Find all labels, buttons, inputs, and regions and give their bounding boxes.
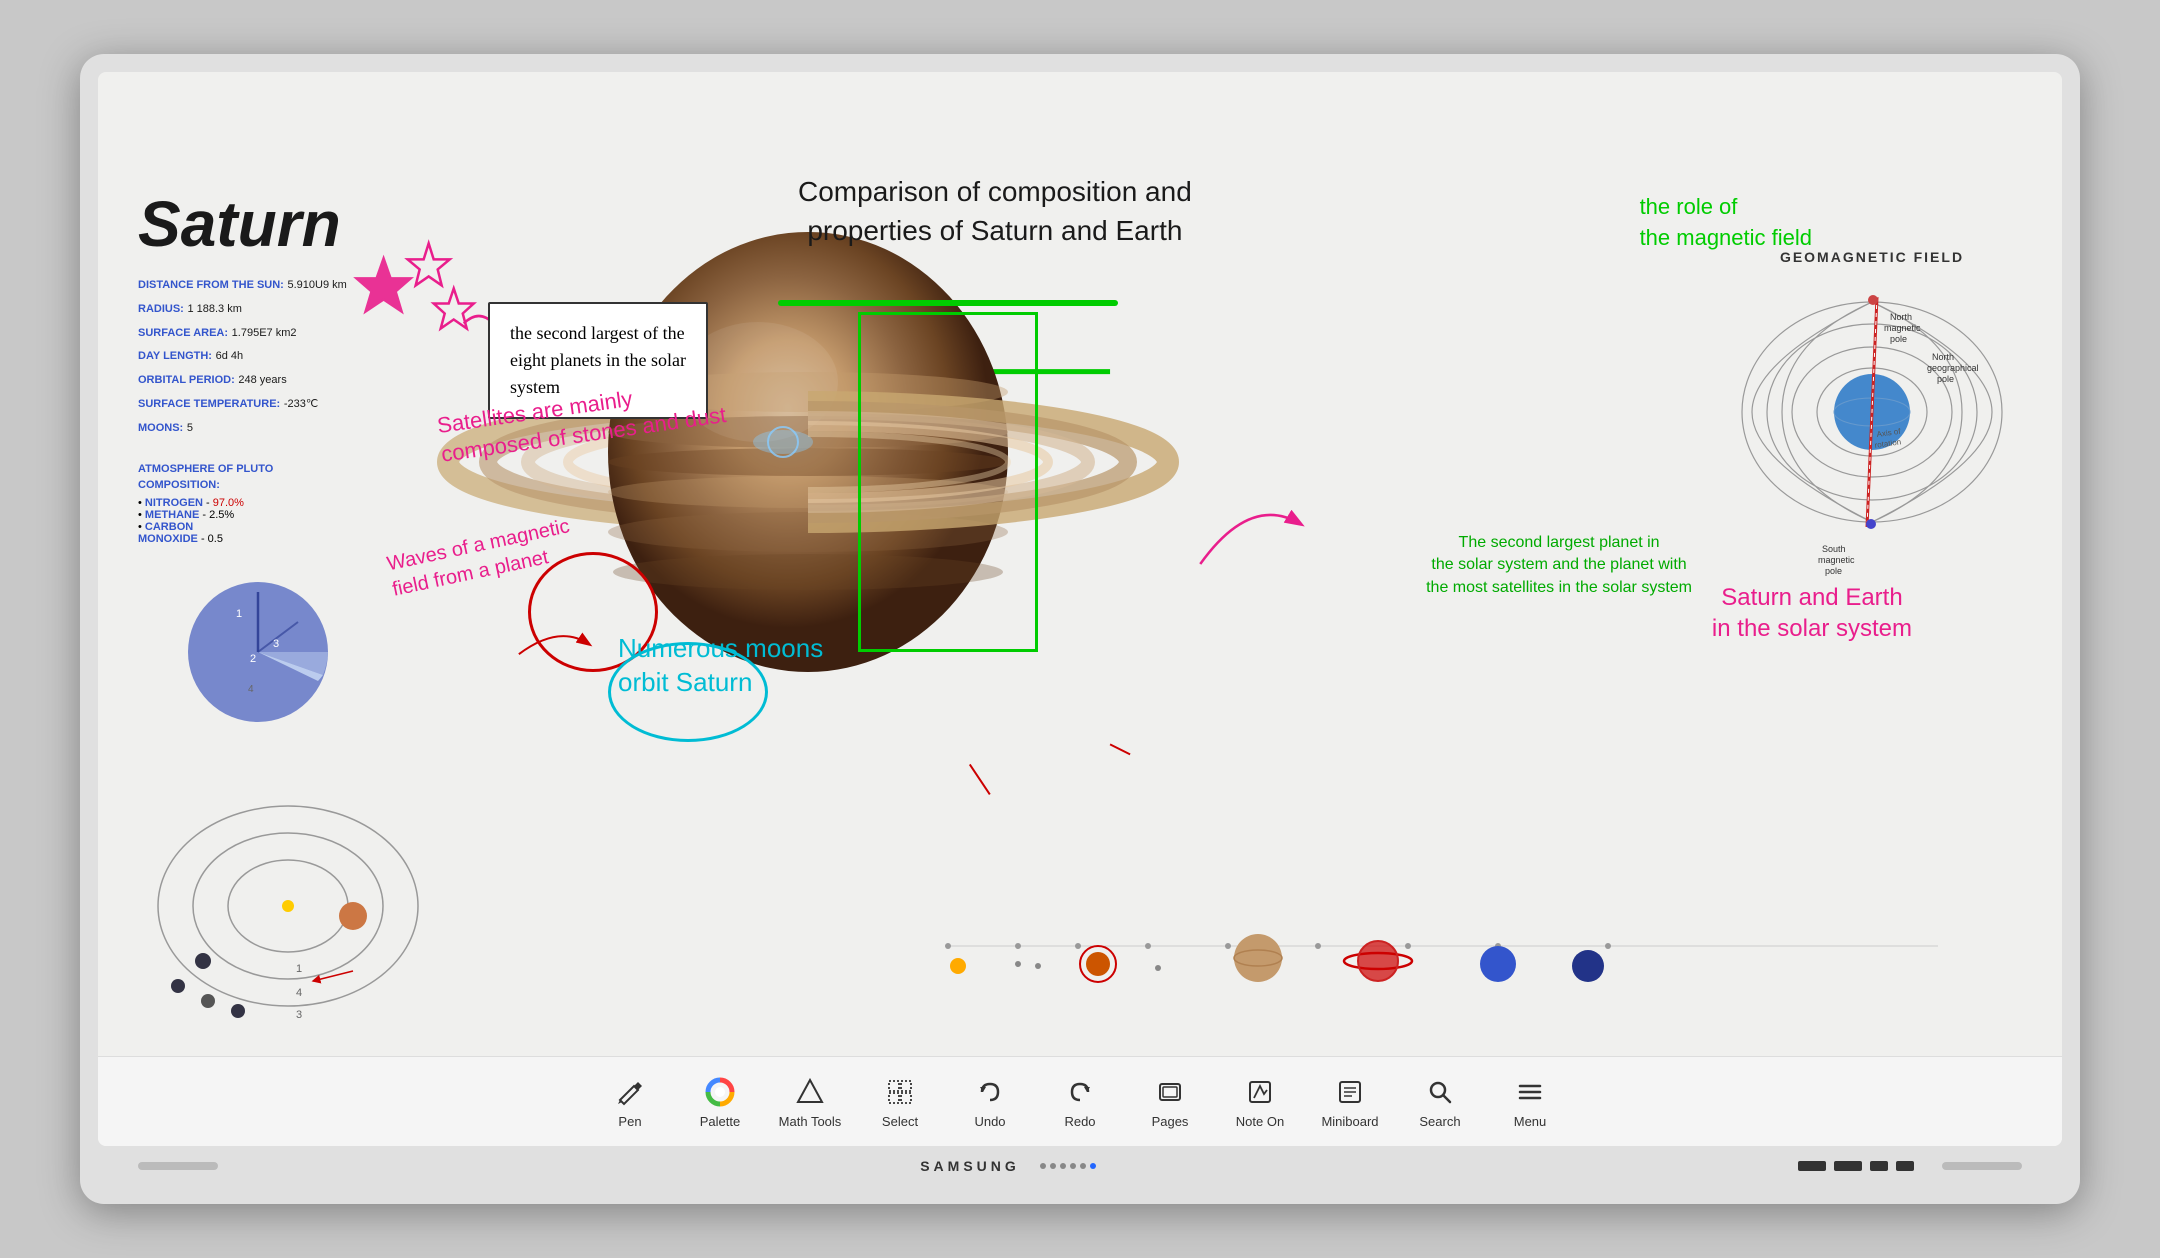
redo-tool[interactable]: Redo	[1035, 1062, 1125, 1142]
svg-text:1: 1	[296, 963, 302, 975]
monitor: Saturn DISTANCE FROM THE SUN: 5.910U9 km…	[80, 54, 2080, 1204]
menu-icon	[1512, 1074, 1548, 1110]
undo-label: Undo	[974, 1114, 1005, 1129]
menu-tool[interactable]: Menu	[1485, 1062, 1575, 1142]
miniboard-icon	[1332, 1074, 1368, 1110]
redo-icon	[1062, 1074, 1098, 1110]
svg-text:North: North	[1890, 312, 1912, 322]
math-tools-label: Math Tools	[779, 1114, 842, 1129]
screen: Saturn DISTANCE FROM THE SUN: 5.910U9 km…	[98, 72, 2062, 1146]
svg-text:pole: pole	[1937, 374, 1954, 384]
select-tool[interactable]: Select	[855, 1062, 945, 1142]
svg-text:4: 4	[296, 987, 302, 999]
orbit-diagram: 1 4 3	[138, 786, 438, 1026]
svg-text:South: South	[1822, 544, 1846, 554]
miniboard-label: Miniboard	[1321, 1114, 1378, 1129]
indicator-dots	[1040, 1163, 1096, 1169]
select-label: Select	[882, 1114, 918, 1129]
info-panel: Saturn DISTANCE FROM THE SUN: 5.910U9 km…	[138, 192, 418, 545]
pen-tool[interactable]: Pen	[585, 1062, 675, 1142]
math-tools-icon	[792, 1074, 828, 1110]
saturn-title: Saturn	[138, 192, 418, 256]
search-icon	[1422, 1074, 1458, 1110]
pages-label: Pages	[1152, 1114, 1189, 1129]
ann-saturn-earth: Saturn and Earthin the solar system	[1712, 582, 1912, 644]
pie-chart: 1 2 3 4	[168, 562, 348, 742]
svg-text:3: 3	[296, 1009, 302, 1021]
port-small2	[1896, 1161, 1914, 1171]
svg-text:3: 3	[273, 638, 279, 650]
palette-tool[interactable]: Palette	[675, 1062, 765, 1142]
pen-icon	[612, 1074, 648, 1110]
speaker-right	[1942, 1162, 2022, 1170]
green-rect	[858, 312, 1038, 652]
palette-icon	[702, 1074, 738, 1110]
undo-icon	[972, 1074, 1008, 1110]
undo-tool[interactable]: Undo	[945, 1062, 1035, 1142]
svg-text:North: North	[1932, 352, 1954, 362]
search-label: Search	[1419, 1114, 1460, 1129]
svg-text:GEOMAGNETIC FIELD: GEOMAGNETIC FIELD	[1780, 249, 1964, 265]
planet-row	[928, 896, 2002, 996]
pages-icon	[1152, 1074, 1188, 1110]
note-on-label: Note On	[1236, 1114, 1284, 1129]
port-small	[1870, 1161, 1888, 1171]
svg-text:2: 2	[250, 653, 256, 665]
svg-text:geographical: geographical	[1927, 363, 1979, 373]
menu-label: Menu	[1514, 1114, 1547, 1129]
pen-label: Pen	[618, 1114, 641, 1129]
search-tool[interactable]: Search	[1395, 1062, 1485, 1142]
atmosphere-block: ATMOSPHERE OF PLUTO COMPOSITION: • NITRO…	[138, 463, 418, 545]
svg-text:4: 4	[248, 684, 254, 695]
canvas-area: Saturn DISTANCE FROM THE SUN: 5.910U9 km…	[98, 72, 2062, 1056]
palette-label: Palette	[700, 1114, 740, 1129]
stats-block: DISTANCE FROM THE SUN: 5.910U9 km RADIUS…	[138, 272, 418, 439]
monitor-bottom: SAMSUNG	[98, 1146, 2062, 1186]
svg-text:magnetic: magnetic	[1818, 555, 1855, 565]
select-icon	[882, 1074, 918, 1110]
port-hdmi	[1834, 1161, 1862, 1171]
text-box: the second largest of the eight planets …	[488, 302, 708, 419]
toolbar: Pen Palette	[98, 1056, 2062, 1146]
svg-text:magnetic: magnetic	[1884, 323, 1921, 333]
math-tools-tool[interactable]: Math Tools	[765, 1062, 855, 1142]
svg-text:1: 1	[236, 608, 242, 620]
geo-field: GEOMAGNETIC FIELD	[1722, 242, 2022, 562]
samsung-logo: SAMSUNG	[920, 1158, 1020, 1174]
note-on-tool[interactable]: Note On	[1215, 1062, 1305, 1142]
speaker-left	[138, 1162, 218, 1170]
svg-text:pole: pole	[1890, 334, 1907, 344]
green-underline	[778, 300, 1118, 306]
port-usb	[1798, 1161, 1826, 1171]
note-on-icon	[1242, 1074, 1278, 1110]
svg-text:pole: pole	[1825, 566, 1842, 576]
miniboard-tool[interactable]: Miniboard	[1305, 1062, 1395, 1142]
pages-tool[interactable]: Pages	[1125, 1062, 1215, 1142]
cyan-circle	[608, 642, 768, 742]
ann-second-largest: The second largest planet inthe solar sy…	[1426, 532, 1692, 599]
redo-label: Redo	[1064, 1114, 1095, 1129]
